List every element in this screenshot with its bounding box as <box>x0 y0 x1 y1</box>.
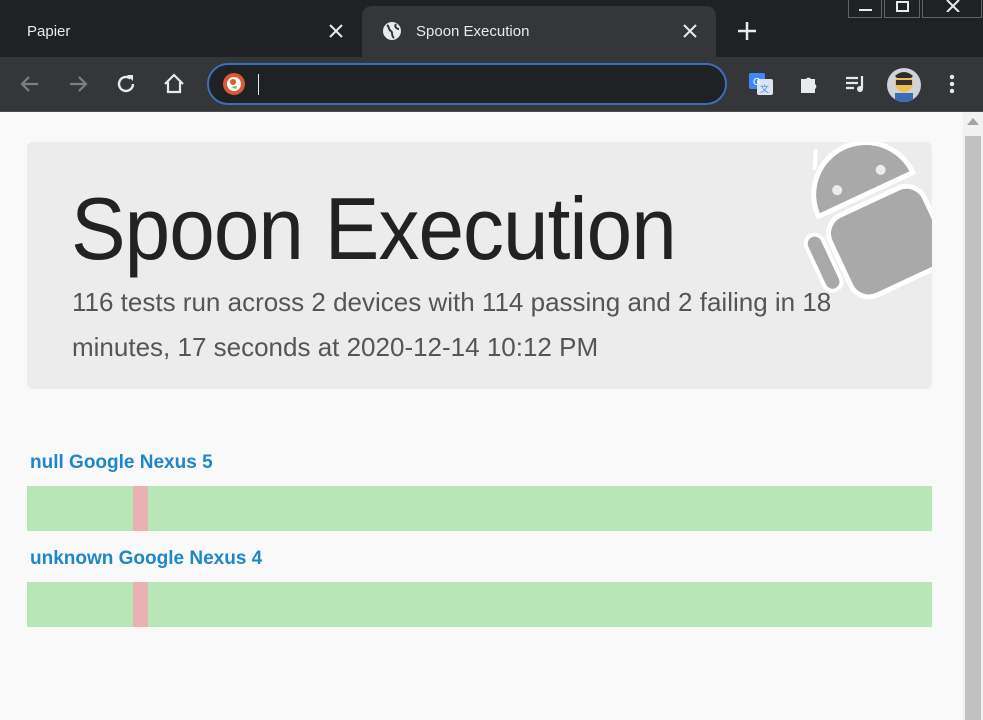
home-icon[interactable] <box>160 70 188 98</box>
google-translate-icon[interactable]: G文 <box>747 70 775 98</box>
device-results-bar-nexus-5[interactable] <box>27 486 932 531</box>
device-link-nexus-5[interactable]: null Google Nexus 5 <box>30 452 213 474</box>
minimize-button[interactable] <box>848 0 882 18</box>
address-bar[interactable] <box>207 63 727 105</box>
failed-test-marker[interactable] <box>133 582 148 627</box>
tab-strip: Papier Spoon Execution <box>0 0 983 57</box>
profile-avatar[interactable] <box>887 68 921 102</box>
media-queue-icon[interactable] <box>842 70 870 98</box>
text-caret <box>258 74 259 95</box>
new-tab-icon[interactable] <box>736 20 758 42</box>
hero-banner: Spoon Execution 116 tests run across 2 d… <box>27 142 932 389</box>
menu-kebab-icon[interactable] <box>938 70 966 98</box>
close-icon[interactable] <box>680 21 700 41</box>
back-arrow-icon[interactable] <box>16 70 44 98</box>
tab-title: Papier <box>27 23 71 40</box>
test-summary: 116 tests run across 2 devices with 114 … <box>72 287 832 362</box>
scroll-thumb[interactable] <box>965 136 981 720</box>
avatar-icon <box>895 72 913 102</box>
vertical-scrollbar[interactable] <box>963 112 983 720</box>
forward-arrow-icon[interactable] <box>64 70 92 98</box>
maximize-button[interactable] <box>884 0 920 18</box>
browser-chrome: Papier Spoon Execution G文 <box>0 0 983 112</box>
tab-papier[interactable]: Papier <box>0 6 362 57</box>
reload-icon[interactable] <box>112 70 140 98</box>
close-icon[interactable] <box>326 21 346 41</box>
device-results-bar-nexus-4[interactable] <box>27 582 932 627</box>
device-link-nexus-4[interactable]: unknown Google Nexus 4 <box>30 548 262 570</box>
globe-icon <box>383 22 401 40</box>
toolbar: G文 <box>0 57 983 112</box>
scroll-up-arrow-icon[interactable] <box>967 118 979 125</box>
duckduckgo-icon <box>223 73 245 95</box>
android-logo-icon <box>803 142 932 300</box>
tab-title: Spoon Execution <box>416 23 530 40</box>
window-close-button[interactable] <box>922 0 982 18</box>
svg-text:文: 文 <box>760 83 769 94</box>
extensions-puzzle-icon[interactable] <box>795 70 823 98</box>
tab-spoon-execution[interactable]: Spoon Execution <box>362 6 716 57</box>
failed-test-marker[interactable] <box>133 486 148 531</box>
page-title: Spoon Execution <box>71 179 677 278</box>
